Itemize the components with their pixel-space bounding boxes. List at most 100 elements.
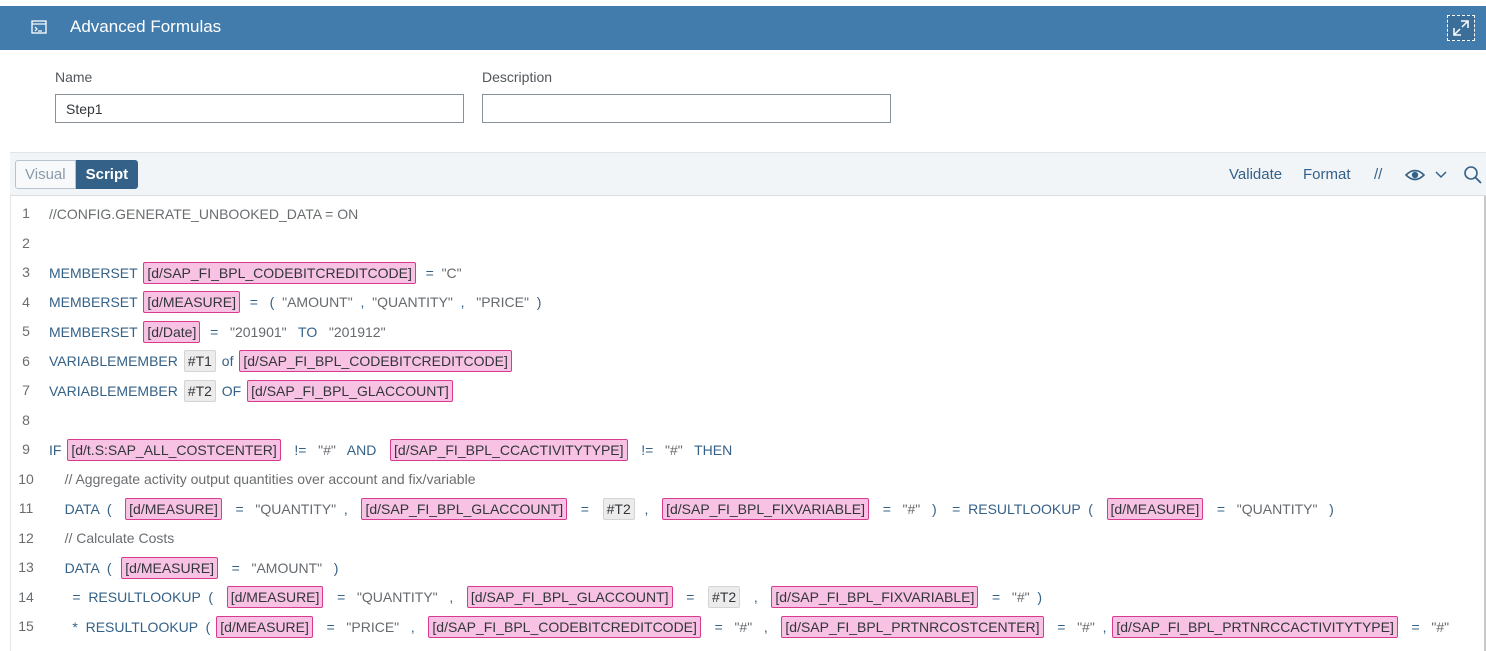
code-content: IF [d/t.S:SAP_ALL_COSTCENTER] != "#" AND… bbox=[49, 435, 732, 464]
format-button[interactable]: Format bbox=[1303, 166, 1351, 183]
code-keyword: TO bbox=[286, 323, 329, 340]
chevron-down-icon[interactable] bbox=[1434, 168, 1448, 182]
validate-button[interactable]: Validate bbox=[1229, 166, 1282, 183]
code-keyword: OF bbox=[217, 382, 246, 399]
dimension-token: [d/MEASURE] bbox=[1106, 497, 1204, 520]
code-keyword: VARIABLEMEMBER bbox=[49, 353, 182, 369]
code-comment: // Aggregate activity output quantities … bbox=[64, 471, 476, 487]
dimension-token: [d/MEASURE] bbox=[226, 586, 324, 608]
dimension-token: [d/SAP_FI_BPL_GLACCOUNT] bbox=[247, 379, 453, 402]
variable-token: #T2 bbox=[708, 586, 741, 608]
code-string: "201901" bbox=[229, 323, 287, 340]
code-line[interactable]: 5 MEMBERSET [d/Date] = "201901" TO "20191… bbox=[11, 317, 1486, 346]
code-content: DATA ( [d/MEASURE] = "QUANTITY" , [d/SAP… bbox=[49, 494, 1334, 523]
dimension-token: [d/MEASURE] bbox=[216, 615, 313, 638]
dimension-token: [d/SAP_FI_BPL_CCACTIVITYTYPE] bbox=[390, 438, 628, 461]
code-content: MEMBERSET [d/Date] = "201901" TO "201912… bbox=[49, 317, 386, 346]
code-content: * RESULTLOOKUP ( [d/MEASURE] = "PRICE" ,… bbox=[49, 612, 1449, 641]
line-number: 9 bbox=[22, 441, 30, 457]
code-operator: = bbox=[702, 618, 735, 635]
code-line[interactable]: 10 // Aggregate activity output quantiti… bbox=[11, 465, 1486, 494]
code-line[interactable]: 3 MEMBERSET [d/SAP_FI_BPL_CODEBITCREDITCO… bbox=[11, 258, 1486, 287]
dimension-token: [d/MEASURE] bbox=[121, 556, 218, 579]
dimension-token: [d/t.S:SAP_ALL_COSTCENTER] bbox=[67, 438, 281, 461]
code-line[interactable]: 6 VARIABLEMEMBER #T1 of [d/SAP_FI_BPL_COD… bbox=[11, 347, 1486, 376]
code-operator: = bbox=[314, 618, 347, 635]
code-operator: ) bbox=[1029, 589, 1043, 605]
line-number: 8 bbox=[22, 411, 30, 428]
comment-button[interactable]: // bbox=[1374, 166, 1382, 183]
code-keyword: RESULTLOOKUP ( bbox=[85, 618, 215, 635]
expand-button[interactable] bbox=[1447, 15, 1475, 41]
code-line[interactable]: 8 bbox=[11, 406, 1486, 435]
code-string: "QUANTITY" bbox=[1236, 500, 1318, 517]
tab-visual[interactable]: Visual bbox=[15, 160, 76, 189]
code-line[interactable]: 4 MEMBERSET [d/MEASURE] = ( "AMOUNT" , "Q… bbox=[11, 288, 1486, 317]
code-operator: = bbox=[223, 500, 256, 517]
code-line[interactable]: 1 //CONFIG.GENERATE_UNBOOKED_DATA = ON bbox=[11, 199, 1486, 228]
eye-icon[interactable] bbox=[1405, 165, 1425, 185]
code-comment: // Calculate Costs bbox=[64, 530, 175, 546]
code-content: VARIABLEMEMBER #T1 of [d/SAP_FI_BPL_CODE… bbox=[49, 347, 514, 376]
dimension-token: [d/SAP_FI_BPL_FIXVARIABLE] bbox=[662, 497, 870, 520]
name-label: Name bbox=[55, 69, 93, 85]
line-number: 10 bbox=[18, 470, 34, 487]
code-line[interactable]: 12 // Calculate Costs bbox=[11, 524, 1486, 553]
code-operator: , bbox=[437, 589, 465, 605]
line-number: 1 bbox=[22, 205, 30, 221]
code-line[interactable]: 15 * RESULTLOOKUP ( [d/MEASURE] = "PRICE… bbox=[11, 612, 1486, 641]
code-operator: != bbox=[282, 441, 319, 458]
code-operator: , bbox=[399, 618, 427, 635]
code-content: DATA ( [d/MEASURE] = "AMOUNT" ) bbox=[49, 553, 338, 582]
code-line[interactable]: 7 VARIABLEMEMBER #T2 OF [d/SAP_FI_BPL_GLA… bbox=[11, 376, 1486, 405]
code-operator: ) = bbox=[920, 500, 969, 517]
variable-token: #T1 bbox=[183, 350, 216, 372]
code-operator: != bbox=[629, 441, 665, 458]
code-operator: = bbox=[219, 559, 252, 576]
variable-token: #T2 bbox=[183, 379, 216, 402]
code-content: MEMBERSET [d/SAP_FI_BPL_CODEBITCREDITCOD… bbox=[49, 258, 462, 287]
script-editor[interactable]: 1 //CONFIG.GENERATE_UNBOOKED_DATA = ON 2 3 M… bbox=[10, 196, 1486, 651]
line-number: 2 bbox=[22, 234, 30, 251]
code-string: "AMOUNT" bbox=[282, 294, 353, 310]
dimension-token: [d/SAP_FI_BPL_CODEBITCREDITCODE] bbox=[143, 261, 416, 284]
code-operator: = bbox=[1205, 500, 1237, 517]
code-string: "#" bbox=[734, 618, 753, 635]
dimension-token: [d/SAP_FI_BPL_CODEBITCREDITCODE] bbox=[239, 350, 512, 372]
code-line[interactable]: 11 DATA ( [d/MEASURE] = "QUANTITY" , [d/… bbox=[11, 494, 1486, 523]
code-line[interactable]: 9 IF [d/t.S:SAP_ALL_COSTCENTER] != "#" AN… bbox=[11, 435, 1486, 464]
dimension-token: [d/SAP_FI_BPL_GLACCOUNT] bbox=[466, 586, 673, 608]
dimension-token: [d/SAP_FI_BPL_FIXVARIABLE] bbox=[771, 586, 979, 608]
search-icon[interactable] bbox=[1463, 165, 1483, 185]
page-title: Advanced Formulas bbox=[70, 17, 222, 36]
code-string: "#" bbox=[664, 441, 683, 458]
code-content: //CONFIG.GENERATE_UNBOOKED_DATA = ON bbox=[49, 199, 358, 228]
code-keyword: of bbox=[217, 353, 238, 369]
code-keyword: THEN bbox=[682, 441, 733, 458]
name-input[interactable]: Step1 bbox=[55, 94, 464, 123]
code-line[interactable]: 13 DATA ( [d/MEASURE] = "AMOUNT" ) bbox=[11, 553, 1486, 582]
code-content: // Aggregate activity output quantities … bbox=[49, 465, 476, 494]
header-bar: Advanced Formulas bbox=[0, 6, 1486, 50]
code-operator: = ( bbox=[242, 294, 283, 310]
code-string: "#" bbox=[1431, 618, 1450, 635]
code-line[interactable]: 14 = RESULTLOOKUP ( [d/MEASURE] = "QUANT… bbox=[11, 583, 1486, 612]
code-operator: ) bbox=[528, 294, 542, 310]
dimension-token: [d/SAP_FI_BPL_CODEBITCREDITCODE] bbox=[428, 615, 701, 638]
description-input[interactable] bbox=[482, 94, 891, 123]
code-line[interactable]: 2 bbox=[11, 229, 1486, 258]
tab-script[interactable]: Script bbox=[75, 160, 139, 189]
code-operator: = bbox=[1399, 618, 1432, 635]
line-number: 14 bbox=[18, 588, 34, 605]
dimension-token: [d/MEASURE] bbox=[143, 291, 241, 313]
line-number: 5 bbox=[22, 323, 30, 339]
line-number: 4 bbox=[22, 293, 30, 310]
code-keyword: RESULTLOOKUP ( bbox=[968, 500, 1105, 517]
code-operator: , bbox=[1094, 618, 1111, 635]
code-keyword: IF bbox=[49, 441, 66, 458]
code-string: "#" bbox=[1077, 618, 1095, 635]
